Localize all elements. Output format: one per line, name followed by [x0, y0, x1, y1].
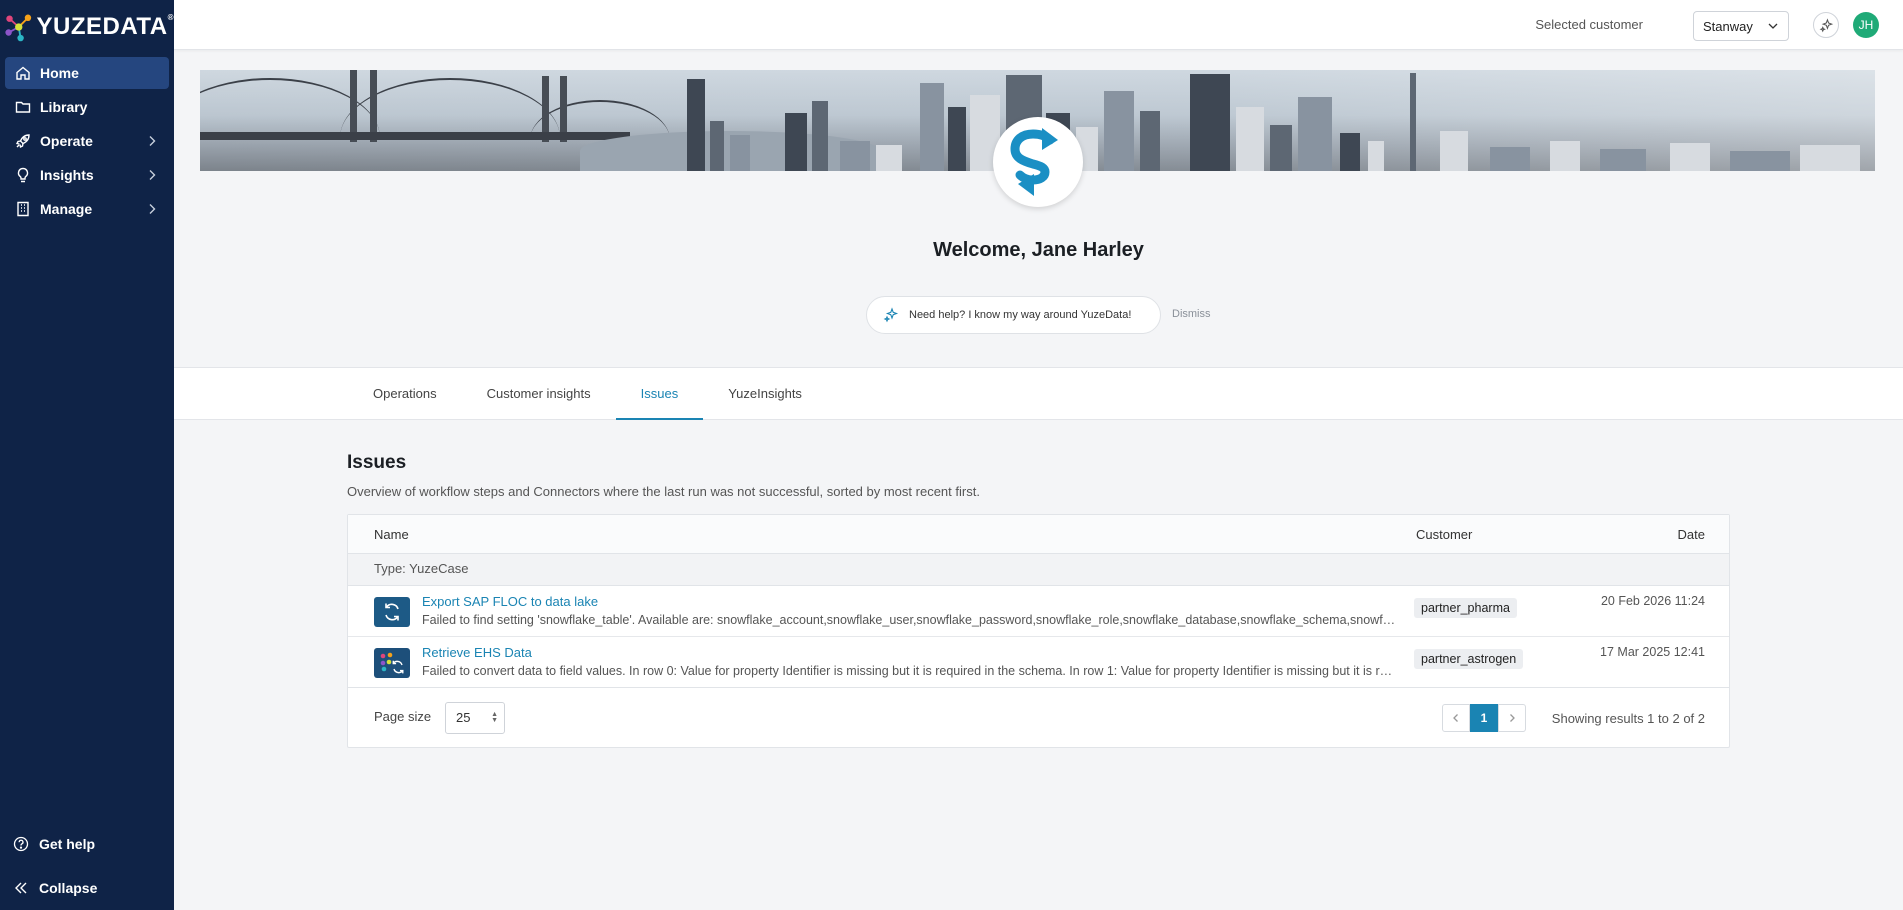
sparkle-icon [883, 307, 899, 323]
table-footer: Page size 25 ▲ ▼ 1 Showing results 1 to 2… [348, 690, 1729, 748]
chevron-right-icon [1510, 714, 1515, 722]
user-avatar[interactable]: JH [1853, 12, 1879, 38]
issue-name-link[interactable]: Export SAP FLOC to data lake [422, 594, 598, 609]
page-size-select[interactable]: 25 ▲ ▼ [445, 702, 505, 734]
issue-name-link[interactable]: Retrieve EHS Data [422, 645, 532, 660]
welcome-heading: Welcome, Jane Harley [933, 239, 1144, 261]
customer-tag: partner_astrogen [1414, 649, 1524, 669]
collapse-button[interactable]: Collapse [0, 866, 174, 910]
tab-customer-insights[interactable]: Customer insights [462, 368, 616, 420]
sidebar-item-library[interactable]: Library [5, 91, 169, 123]
logo-mark-icon [5, 14, 32, 42]
issues-table: Name Customer Date Type: YuzeCase Export… [347, 514, 1730, 748]
pagination: 1 [1442, 704, 1526, 732]
sidebar-item-label: Operate [40, 133, 93, 149]
customer-select-value: Stanway [1703, 18, 1753, 34]
tab-operations[interactable]: Operations [348, 368, 462, 420]
column-header-date[interactable]: Date [1678, 527, 1705, 542]
sidebar-item-insights[interactable]: Insights [5, 159, 169, 191]
rocket-icon [14, 132, 32, 150]
issues-title: Issues [347, 452, 407, 473]
chevron-right-icon [149, 204, 156, 214]
lightbulb-icon [14, 166, 32, 184]
sidebar-item-operate[interactable]: Operate [5, 125, 169, 157]
issue-date: 17 Mar 2025 12:41 [1600, 645, 1705, 659]
sidebar-item-label: Insights [40, 167, 94, 183]
tab-list: Operations Customer insights Issues Yuze… [348, 368, 827, 420]
chevron-right-icon [149, 136, 156, 146]
sparkle-icon [1819, 17, 1833, 32]
stepper-arrows-icon: ▲ ▼ [491, 711, 498, 724]
help-icon [12, 835, 30, 853]
customer-tag: partner_pharma [1414, 598, 1517, 618]
issues-description: Overview of workflow steps and Connector… [347, 484, 980, 499]
results-summary: Showing results 1 to 2 of 2 [1551, 711, 1705, 726]
column-header-name[interactable]: Name [374, 527, 409, 542]
home-icon [14, 64, 32, 82]
folder-icon [14, 98, 32, 116]
page-size-label: Page size [374, 709, 432, 724]
tab-issues[interactable]: Issues [615, 368, 704, 420]
sidebar-item-label: Home [40, 65, 79, 81]
help-prompt-text: Need help? I know my way around YuzeData… [909, 309, 1132, 321]
customer-select[interactable]: Stanway [1693, 11, 1789, 41]
building-icon [14, 200, 32, 218]
ai-assistant-button[interactable] [1813, 12, 1839, 38]
previous-page-button[interactable] [1442, 704, 1470, 732]
page-button-current[interactable]: 1 [1470, 704, 1498, 732]
brand-logo[interactable]: YUZEDATA® [0, 0, 174, 54]
get-help-button[interactable]: Get help [0, 822, 174, 866]
table-row[interactable]: Retrieve EHS Data Failed to convert data… [348, 637, 1729, 688]
group-header: Type: YuzeCase [348, 554, 1729, 586]
sidebar: YUZEDATA® Home Library Operate Insights … [0, 0, 174, 910]
page-size-value: 25 [456, 710, 471, 725]
collapse-icon [12, 879, 30, 897]
issue-message: Failed to convert data to field values. … [422, 664, 1397, 678]
customer-logo [993, 117, 1083, 207]
brand-name: YUZEDATA® [36, 13, 174, 40]
collapse-label: Collapse [39, 880, 98, 896]
selected-customer-label: Selected customer [1535, 17, 1643, 32]
tab-yuzeinsights[interactable]: YuzeInsights [703, 368, 827, 420]
sidebar-item-home[interactable]: Home [5, 57, 169, 89]
sidebar-item-manage[interactable]: Manage [5, 193, 169, 225]
dismiss-button[interactable]: Dismiss [1172, 308, 1211, 320]
top-bar: Selected customer Stanway JH [174, 0, 1903, 50]
table-row[interactable]: Export SAP FLOC to data lake Failed to f… [348, 586, 1729, 637]
next-page-button[interactable] [1498, 704, 1526, 732]
chevron-right-icon [149, 170, 156, 180]
sidebar-item-label: Library [40, 99, 88, 115]
sync-icon [374, 597, 410, 627]
sidebar-item-label: Manage [40, 201, 93, 217]
column-header-customer[interactable]: Customer [1416, 527, 1472, 542]
connector-sync-icon [374, 648, 410, 678]
issue-date: 20 Feb 2026 11:24 [1600, 594, 1705, 608]
chevron-left-icon [1453, 714, 1458, 722]
issue-message: Failed to find setting 'snowflake_table'… [422, 613, 1397, 627]
get-help-label: Get help [39, 836, 96, 852]
sidebar-bottom: Get help Collapse [0, 822, 174, 910]
chevron-down-icon [1768, 23, 1778, 29]
assistant-help-prompt[interactable]: Need help? I know my way around YuzeData… [866, 296, 1161, 334]
stanway-logo-icon [1010, 128, 1058, 196]
table-header: Name Customer Date [348, 515, 1729, 554]
tabs-bar: Operations Customer insights Issues Yuze… [174, 367, 1903, 420]
sidebar-nav: Home Library Operate Insights Manage [0, 57, 174, 225]
